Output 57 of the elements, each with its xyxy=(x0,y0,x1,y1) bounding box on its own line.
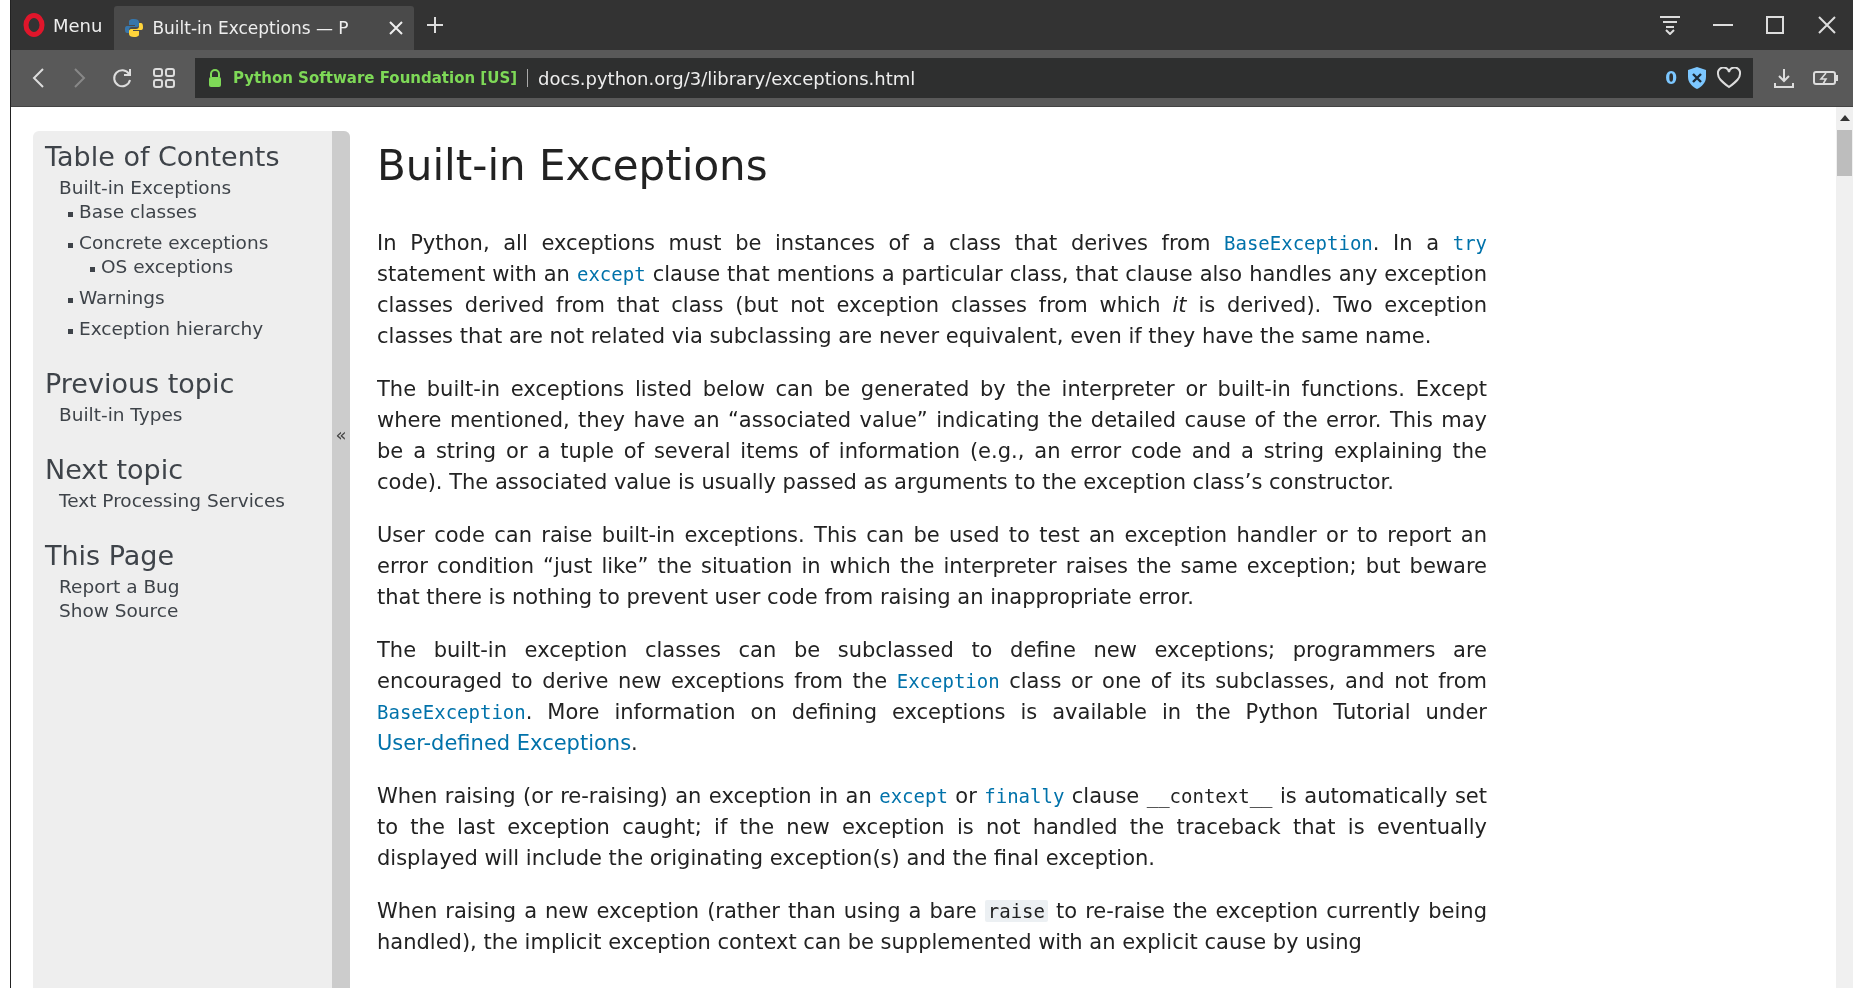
plus-icon xyxy=(426,16,445,34)
bullet-icon xyxy=(68,211,73,217)
sidebar-link[interactable]: Exception hierarchy xyxy=(79,317,264,341)
sidebar-link[interactable]: Built-in Exceptions xyxy=(59,176,232,200)
paragraph: When raising a new exception (rather than using a bare raise to re-raise the exception currently being handled), the implicit exception context can be supplemented with an explicit cause by using xyxy=(377,898,1487,956)
minimize-icon xyxy=(1713,24,1733,26)
sidebar-link[interactable]: Warnings xyxy=(79,286,165,310)
address-bar: Python Software Foundation [US] docs.python.org/3/library/exceptions.html 0 xyxy=(195,58,1753,98)
code-link[interactable]: except xyxy=(576,263,646,285)
code-link[interactable]: finally xyxy=(984,785,1065,807)
sidebar-heading: Next topic xyxy=(45,453,185,485)
sidebar-heading: Table of Contents xyxy=(45,140,281,172)
back-icon xyxy=(31,67,45,89)
bullet-icon xyxy=(68,328,73,334)
paragraph: In Python, all exceptions must be instances of a class that derives from BaseException. In a try statement with an except clause that mentions a particular class, that clause also handles any exception classes derived from that class (but not exception classes from which it is derived). Two exception classes that are not related via subclassing are never equivalent, even if they have the same name. xyxy=(377,230,1487,350)
bullet-icon xyxy=(68,297,73,303)
browser-tab[interactable]: Built-in Exceptions — P xyxy=(114,6,415,50)
code-link[interactable]: try xyxy=(1452,232,1487,254)
collapse-sidebar-button[interactable]: « xyxy=(332,131,350,988)
scrollbar-thumb[interactable] xyxy=(1837,130,1852,176)
lock-icon xyxy=(207,68,223,88)
paragraph: When raising (or re-raising) an exception in an except or finally clause __context__ is automatically set to the last exception caught; if the new exception is not handled the traceback that is eventually displayed will include the originating exception(s) and the final exception. xyxy=(377,783,1487,872)
close-icon xyxy=(1817,15,1837,35)
settings-icon xyxy=(1659,15,1681,35)
link[interactable]: User-defined Exceptions xyxy=(377,731,632,755)
opera-logo-icon xyxy=(23,13,45,37)
python-logo-icon xyxy=(124,18,145,38)
url-text[interactable]: docs.python.org/3/library/exceptions.html xyxy=(538,67,1656,89)
bullet-icon xyxy=(68,242,73,248)
page-title: Built-in Exceptions xyxy=(377,141,769,190)
bullet-icon xyxy=(90,266,95,272)
paragraph: User code can raise built-in exceptions. This can be used to test an exception handler or to report an error condition “just like” the situation in which the interpreter raises the same exception; but beware that there is nothing to prevent user code from raising an inappropriate error. xyxy=(377,522,1487,611)
sidebar-link[interactable]: Base classes xyxy=(79,200,197,224)
sidebar-link[interactable]: Text Processing Services xyxy=(59,489,285,513)
shield-icon[interactable] xyxy=(1687,66,1707,90)
battery-icon xyxy=(1813,70,1839,86)
code-link[interactable]: Exception xyxy=(896,670,1000,692)
grid-icon xyxy=(153,68,175,88)
paragraph: The built-in exception classes can be subclassed to define new exceptions; programmers are encouraged to derive new exceptions from the Exception class or one of its subclasses, and not from BaseException. More information on defining exceptions is available in the Python Tutorial under User-defined Exceptions. xyxy=(377,637,1487,757)
maximize-icon xyxy=(1765,15,1785,35)
forward-icon xyxy=(73,67,87,89)
heart-icon[interactable] xyxy=(1717,67,1741,89)
menu-button[interactable]: Menu xyxy=(11,0,115,50)
sidebar-link[interactable]: Concrete exceptions xyxy=(79,231,269,255)
sidebar-link[interactable]: Built-in Types xyxy=(59,403,183,427)
reload-icon xyxy=(111,67,133,89)
paragraph: The built-in exceptions listed below can be generated by the interpreter or built-in functions. Except where mentioned, they have an “associated value” indicating the detailed cause of the error. This may be a string or a tuple of several items of information (e.g., an error code and a string explaining the code). The associated value is usually passed as arguments to the exception class’s constructor. xyxy=(377,376,1487,496)
sidebar-heading: This Page xyxy=(45,539,176,571)
sidebar-link[interactable]: OS exceptions xyxy=(101,255,234,279)
sidebar-heading: Previous topic xyxy=(45,367,236,399)
download-icon xyxy=(1773,67,1795,89)
close-icon[interactable] xyxy=(388,20,405,36)
code-link[interactable]: BaseException xyxy=(377,701,526,723)
sidebar-link[interactable]: Report a Bug xyxy=(59,575,180,599)
code-link[interactable]: BaseException xyxy=(1224,232,1373,254)
code-link[interactable]: except xyxy=(879,785,948,807)
sidebar-link[interactable]: Show Source xyxy=(59,599,179,623)
